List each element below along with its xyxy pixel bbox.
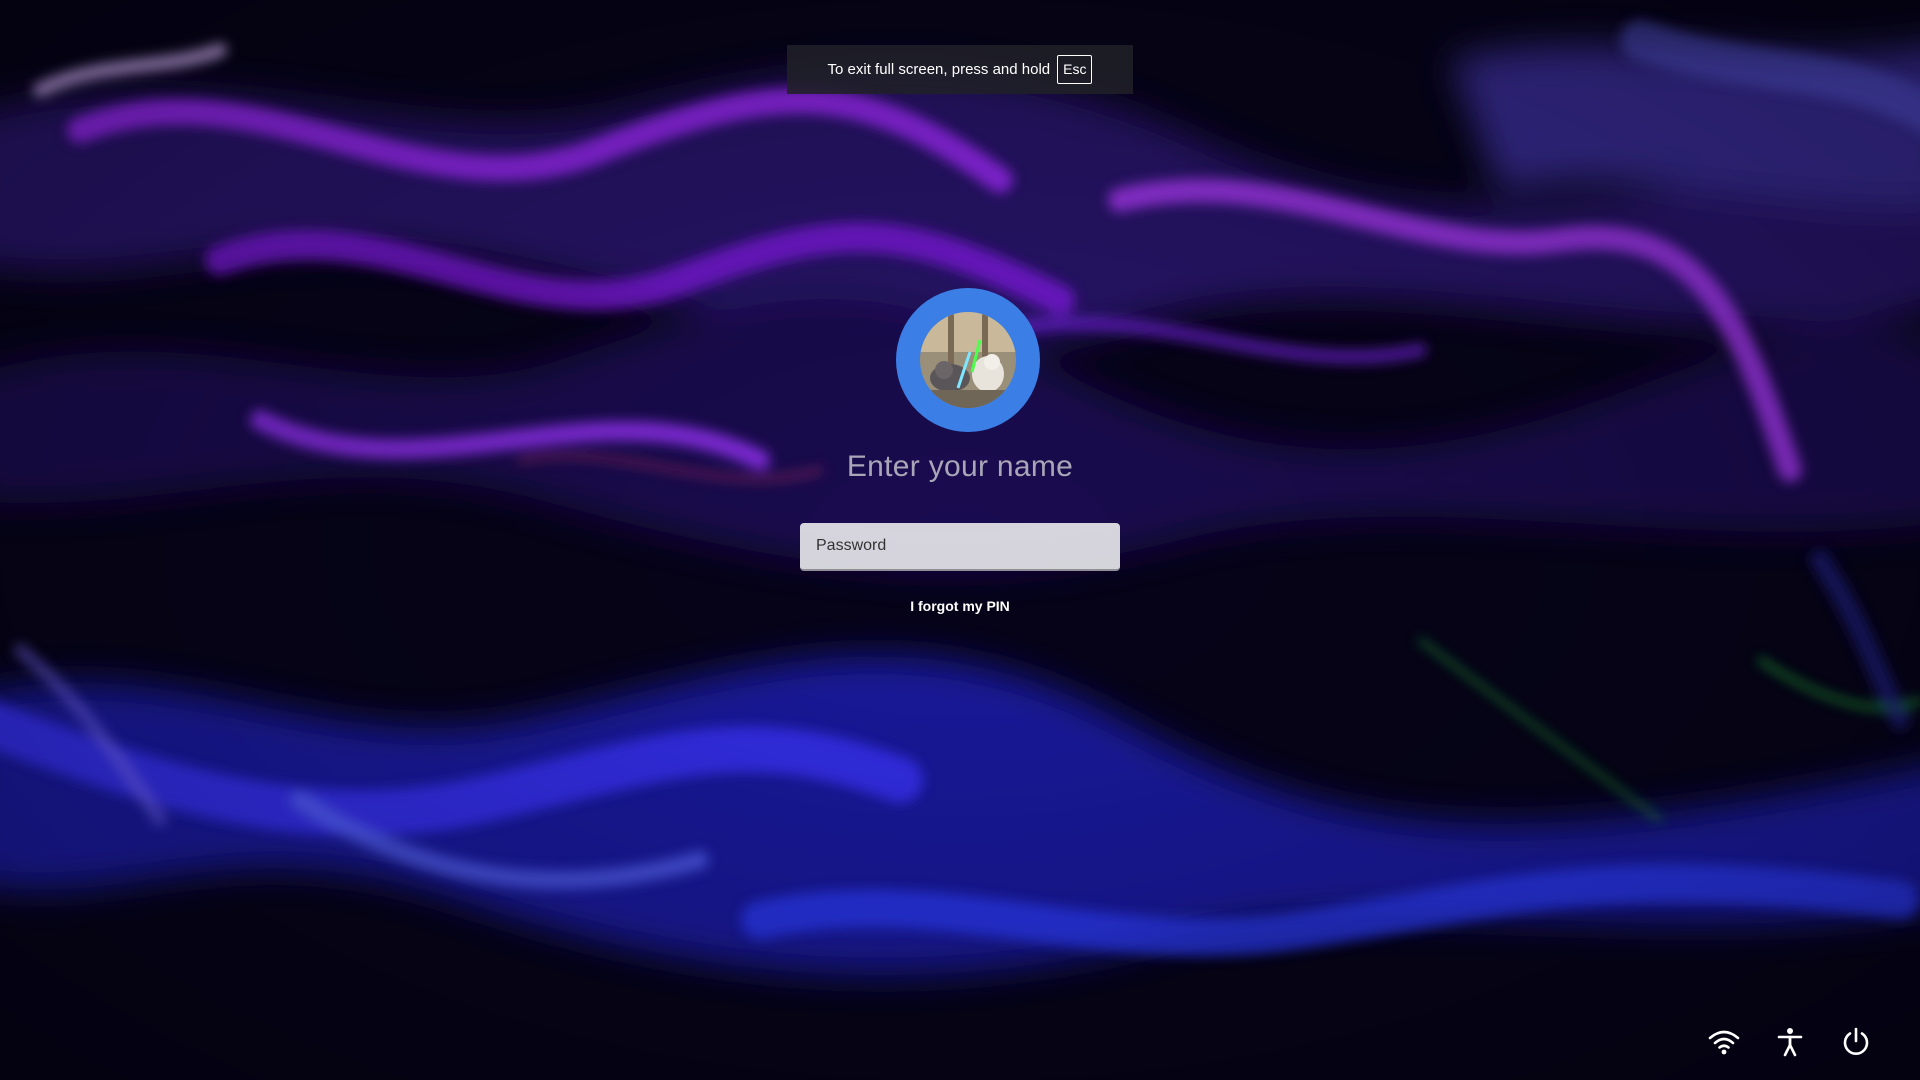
fullscreen-notice-text: To exit full screen, press and hold — [827, 61, 1051, 78]
lock-screen: To exit full screen, press and hold Esc … — [0, 0, 1920, 1080]
esc-key-hint: Esc — [1057, 55, 1093, 84]
power-button[interactable] — [1838, 1024, 1874, 1060]
wifi-icon — [1708, 1030, 1740, 1055]
power-icon — [1843, 1027, 1869, 1055]
user-avatar — [896, 288, 1040, 432]
user-avatar-photo-icon — [920, 312, 1016, 408]
password-input[interactable] — [800, 523, 1120, 571]
forgot-pin-container: I forgot my PIN — [0, 598, 1920, 616]
user-name-prompt: Enter your name — [846, 450, 1074, 483]
accessibility-button[interactable] — [1772, 1024, 1808, 1060]
fullscreen-exit-notice: To exit full screen, press and hold Esc — [787, 45, 1133, 94]
accessibility-icon — [1777, 1028, 1803, 1057]
network-button[interactable] — [1706, 1024, 1742, 1060]
forgot-pin-link[interactable]: I forgot my PIN — [910, 598, 1010, 614]
